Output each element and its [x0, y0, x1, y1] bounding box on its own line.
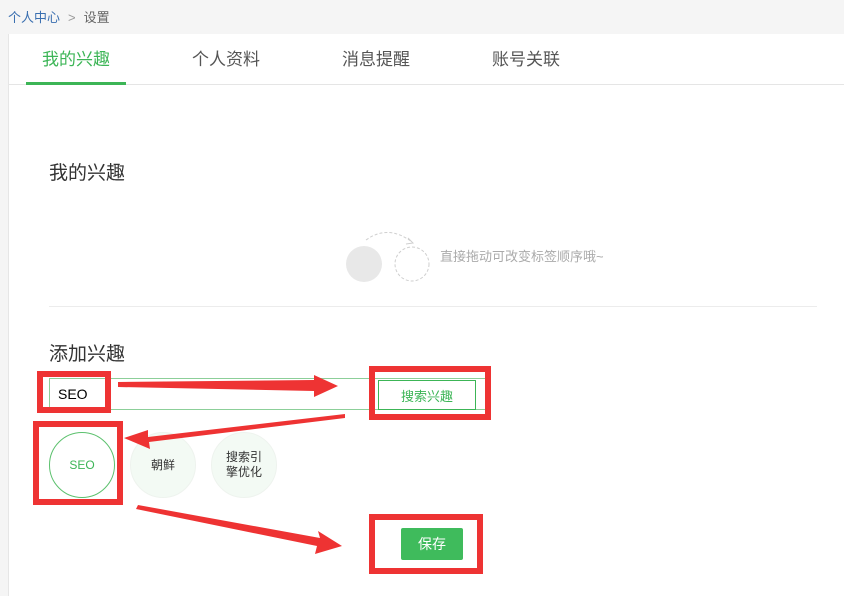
- section-divider: [49, 306, 817, 307]
- interest-tag-label: 搜索引擎优化: [225, 450, 262, 479]
- breadcrumb-current: 设置: [83, 10, 110, 25]
- interest-search-box: 搜索兴趣: [49, 378, 489, 410]
- interest-tag-korea[interactable]: 朝鲜: [130, 432, 196, 498]
- breadcrumb-home-link[interactable]: 个人中心: [8, 10, 60, 25]
- save-button[interactable]: 保存: [401, 528, 463, 560]
- drag-hint-text: 直接拖动可改变标签顺序哦~: [440, 249, 604, 264]
- interest-search-input[interactable]: [50, 379, 370, 409]
- interest-tag-label: SEO: [69, 457, 95, 472]
- interest-tag-seo[interactable]: SEO: [49, 432, 115, 498]
- drag-hint: 直接拖动可改变标签顺序哦~: [346, 226, 666, 286]
- settings-panel: 我的兴趣 个人资料 消息提醒 账号关联 我的兴趣 直接拖动可改变标签顺序哦~ 添…: [8, 34, 844, 596]
- interest-tag-seo-cn[interactable]: 搜索引擎优化: [211, 432, 277, 498]
- tab-my-interests[interactable]: 我的兴趣: [26, 34, 126, 85]
- add-interest-title: 添加兴趣: [49, 344, 126, 365]
- tab-notifications[interactable]: 消息提醒: [326, 34, 426, 84]
- my-interests-title: 我的兴趣: [49, 163, 126, 184]
- search-interest-button[interactable]: 搜索兴趣: [378, 380, 476, 410]
- drag-reorder-icon: [346, 232, 430, 282]
- tab-profile[interactable]: 个人资料: [176, 34, 276, 84]
- interest-tag-label: 朝鲜: [150, 457, 175, 472]
- tab-account-linking[interactable]: 账号关联: [476, 34, 576, 84]
- breadcrumb-separator: >: [68, 10, 76, 25]
- settings-tabs: 我的兴趣 个人资料 消息提醒 账号关联: [9, 34, 844, 85]
- breadcrumb: 个人中心 > 设置: [8, 8, 110, 28]
